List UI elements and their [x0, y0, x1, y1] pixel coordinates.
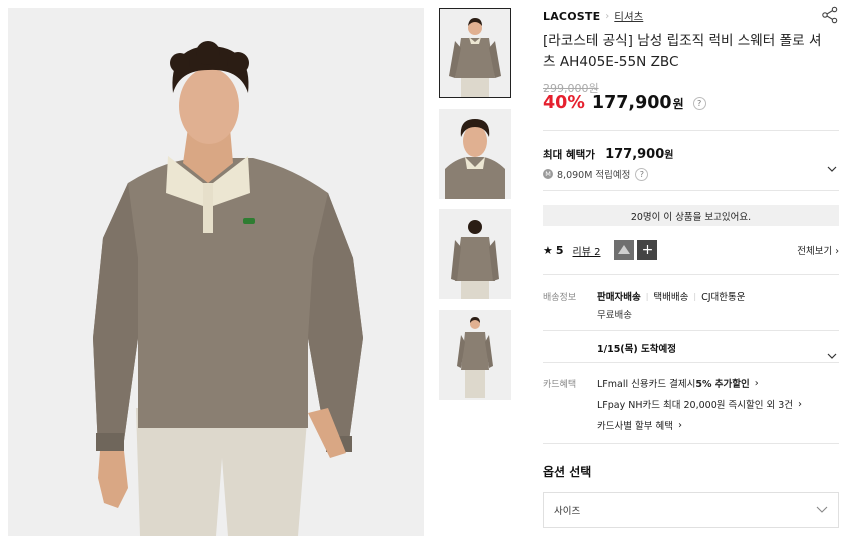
chevron-down-icon[interactable] — [827, 344, 837, 363]
price-help-icon[interactable]: ? — [692, 97, 706, 110]
arrival-estimate[interactable]: 1/15(목) 도착예정 — [597, 341, 676, 355]
size-select[interactable]: 사이즈 — [543, 492, 839, 528]
arrow-right-icon: › — [677, 419, 682, 431]
breadcrumb: LACOSTE › 티셔츠 — [543, 9, 643, 24]
shipping-type: 택배배송 — [653, 292, 689, 303]
divider — [543, 190, 839, 191]
card-benefit-2-text: LFpay NH카드 최대 20,000원 즉시할인 외 3건 — [597, 400, 794, 411]
arrow-right-icon: › — [754, 377, 759, 389]
product-title: [라코스테 공식] 남성 립조직 럭비 스웨터 폴로 셔츠 AH405E-55N… — [543, 33, 822, 70]
thumbnail-3[interactable] — [439, 209, 511, 299]
divider — [543, 130, 839, 131]
share-icon[interactable] — [821, 6, 839, 24]
thumbnail-2[interactable] — [439, 109, 511, 199]
breadcrumb-separator: › — [605, 11, 610, 22]
discount-rate: 40% — [543, 93, 585, 113]
max-benefit-currency: 원 — [664, 150, 674, 161]
rating: ★ 5 — [543, 244, 564, 257]
review-row: ★ 5 리뷰 2 + 전체보기 › — [543, 238, 839, 262]
review-photo-thumbnail[interactable] — [614, 240, 635, 260]
points-text: 8,090M 적립예정 — [557, 170, 631, 181]
sale-price: 177,900 — [591, 93, 672, 113]
see-all-reviews-link[interactable]: 전체보기 › — [797, 243, 839, 257]
card-benefit-1[interactable]: LFmall 신용카드 결제시 5% 추가할인 › — [597, 376, 759, 391]
max-benefit-section[interactable]: 최대 혜택가 177,900원 — [543, 143, 839, 172]
divider — [543, 443, 839, 444]
chevron-down-icon[interactable] — [827, 157, 837, 176]
card-benefit-3-text: 카드사별 할부 혜택 — [597, 421, 673, 432]
card-benefit-1-highlight: 5% 추가할인 — [695, 379, 750, 390]
option-select-title: 옵션 선택 — [543, 465, 592, 479]
max-benefit-label: 최대 혜택가 — [543, 149, 595, 161]
card-benefit-1-text: LFmall 신용카드 결제시 — [597, 379, 696, 390]
shipping-fee: 무료배송 — [597, 310, 632, 321]
shipping-method: 판매자배송 — [597, 292, 641, 303]
thumbnail-4[interactable] — [439, 310, 511, 400]
viewing-notice: 20명이 이 상품을 보고있어요. — [543, 205, 839, 226]
main-product-image[interactable] — [8, 8, 424, 536]
max-benefit-amount: 177,900 — [605, 147, 665, 162]
product-info-panel: LACOSTE › 티셔츠 [라코스테 공식] 남성 립조직 럭비 스웨터 폴로… — [543, 0, 839, 540]
shipping-carrier: CJ대한통운 — [701, 292, 746, 303]
shipping-label: 배송정보 — [543, 293, 577, 303]
currency-unit: 원 — [672, 97, 684, 111]
shipping-methods: 판매자배송 | 택배배송 | CJ대한통운 — [597, 289, 746, 304]
divider: | — [645, 291, 649, 301]
points-help-icon[interactable]: ? — [635, 167, 649, 181]
card-benefit-2[interactable]: LFpay NH카드 최대 20,000원 즉시할인 외 3건 › — [597, 397, 803, 412]
divider: | — [693, 291, 697, 301]
brand-link[interactable]: LACOSTE — [543, 10, 600, 23]
arrow-right-icon: › — [798, 398, 803, 410]
review-count-link[interactable]: 리뷰 2 — [573, 243, 601, 258]
price-row: 40% 177,900 원 ? — [543, 93, 706, 113]
chevron-down-icon — [816, 505, 828, 516]
card-benefit-label: 카드혜택 — [543, 380, 577, 390]
review-more-photos-button[interactable]: + — [637, 240, 658, 260]
rating-value: 5 — [555, 243, 564, 257]
mileage-coin-icon: M — [543, 169, 553, 179]
star-icon: ★ — [543, 243, 553, 257]
thumbnail-1[interactable] — [439, 8, 511, 98]
divider — [543, 362, 839, 363]
card-benefit-3[interactable]: 카드사별 할부 혜택 › — [597, 418, 682, 433]
divider — [543, 274, 839, 275]
points-row: M 8,090M 적립예정 ? — [543, 167, 649, 181]
product-photo-illustration — [8, 8, 424, 536]
divider — [543, 330, 839, 331]
category-link[interactable]: 티셔츠 — [614, 9, 643, 24]
size-select-placeholder: 사이즈 — [554, 506, 581, 517]
